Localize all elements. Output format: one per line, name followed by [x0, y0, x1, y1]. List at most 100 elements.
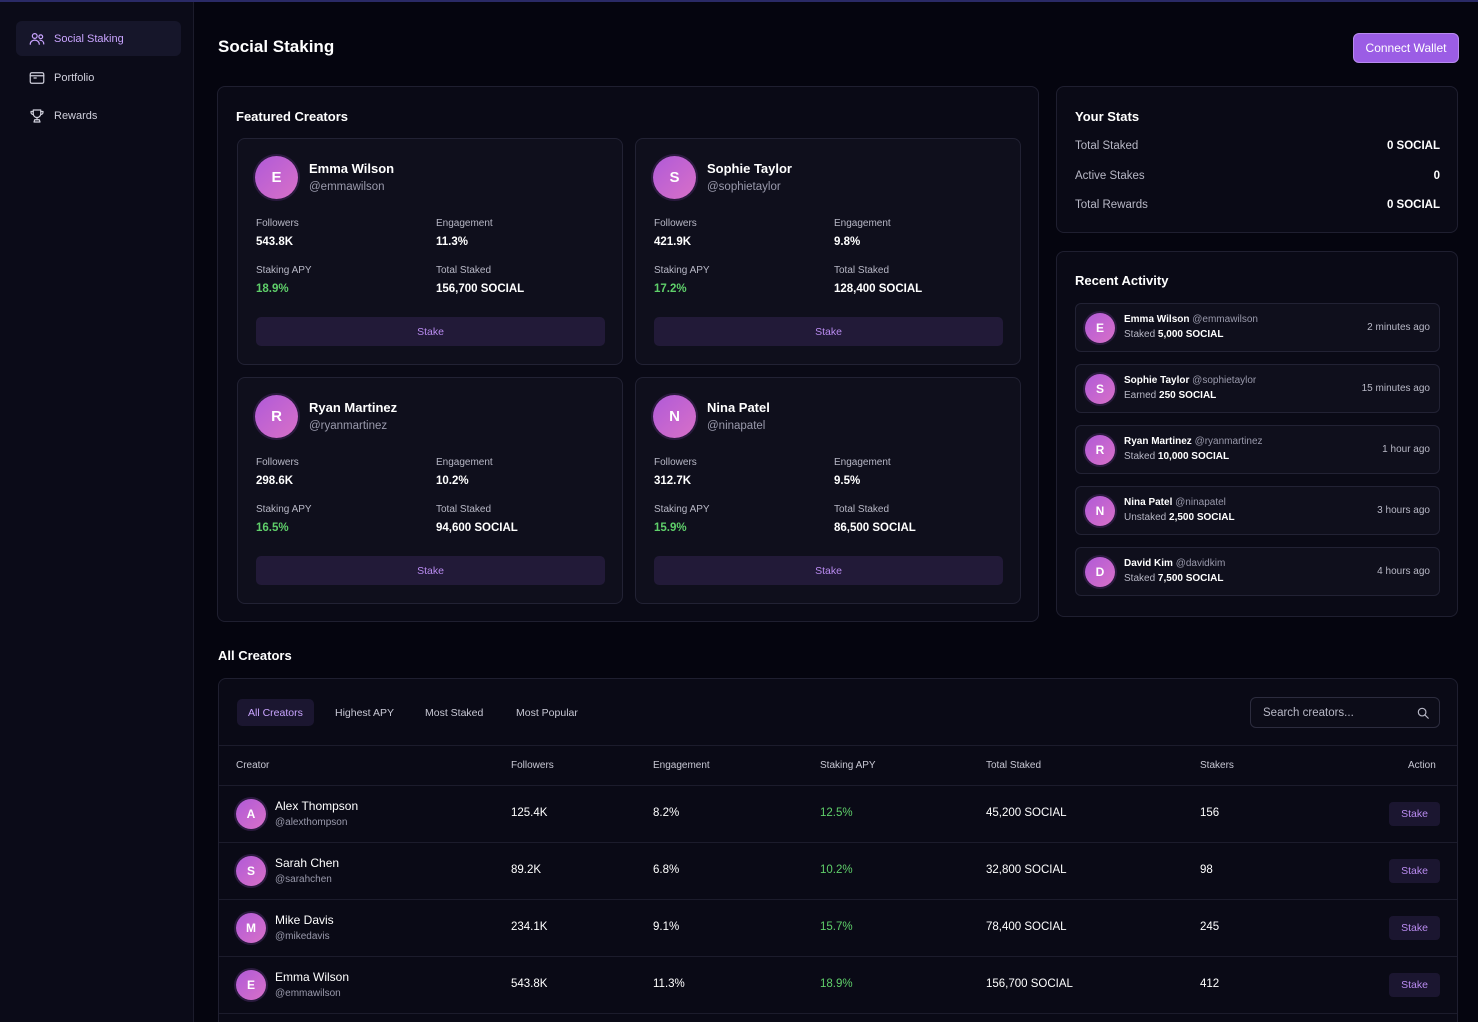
search-box: [1250, 697, 1440, 728]
total-staked-label: Total Staked: [436, 265, 492, 276]
creator-name: Alex Thompson: [275, 799, 359, 813]
stats-row-total-rewards: Total Rewards 0 SOCIAL: [1075, 199, 1440, 215]
avatar: E: [255, 156, 298, 199]
creator-handle: @sophietaylor: [707, 181, 781, 193]
stake-button[interactable]: Stake: [256, 317, 605, 346]
avatar: S: [1085, 374, 1115, 404]
activity-name: Emma Wilson: [1124, 314, 1190, 325]
activity-name: Nina Patel: [1124, 497, 1173, 508]
total-staked-label: Total Staked: [834, 265, 890, 276]
column-header: Stakers: [1200, 760, 1234, 771]
apy-cell: 12.5%: [820, 807, 853, 819]
total-staked-cell: 78,400 SOCIAL: [986, 921, 1067, 933]
engagement-label: Engagement: [834, 457, 891, 468]
activity-item: D David Kim @davidkim Staked 7,500 SOCIA…: [1075, 547, 1440, 596]
top-accent-line: [0, 0, 1478, 2]
all-creators-title: All Creators: [218, 648, 292, 663]
total-staked-label: Total Staked: [436, 504, 492, 515]
stake-button[interactable]: Stake: [1389, 859, 1440, 883]
stake-button[interactable]: Stake: [1389, 973, 1440, 997]
creator-card: S Sophie Taylor @sophietaylor Followers …: [635, 138, 1021, 365]
followers-cell: 543.8K: [511, 978, 548, 990]
stake-button[interactable]: Stake: [654, 556, 1003, 585]
stats-label: Total Rewards: [1075, 199, 1148, 211]
creator-card: R Ryan Martinez @ryanmartinez Followers …: [237, 377, 623, 604]
sidebar-item-portfolio[interactable]: Portfolio: [16, 60, 181, 95]
stats-value: 0 SOCIAL: [1386, 199, 1440, 211]
activity-handle: @davidkim: [1175, 558, 1226, 569]
stake-button[interactable]: Stake: [654, 317, 1003, 346]
search-icon[interactable]: [1416, 706, 1430, 720]
followers-value: 543.8K: [256, 236, 294, 248]
creator-name: Nina Patel: [707, 400, 770, 415]
column-header: Total Staked: [986, 760, 1042, 771]
creator-handle: @emmawilson: [275, 988, 341, 999]
creator-handle: @ninapatel: [707, 420, 766, 432]
apy-cell: 15.7%: [820, 921, 853, 933]
apy-value: 17.2%: [654, 283, 687, 295]
stats-value: 0: [1433, 170, 1440, 182]
featured-creators-panel: Featured Creators E Emma Wilson @emmawil…: [217, 86, 1039, 622]
sidebar-item-social-staking[interactable]: Social Staking: [16, 21, 181, 56]
stake-button[interactable]: Stake: [256, 556, 605, 585]
stats-value: 0 SOCIAL: [1386, 140, 1440, 152]
engagement-label: Engagement: [436, 457, 493, 468]
divider: [219, 1013, 1457, 1014]
creator-handle: @mikedavis: [275, 931, 330, 942]
engagement-label: Engagement: [436, 218, 493, 229]
avatar: R: [255, 395, 298, 438]
avatar: D: [1085, 557, 1115, 587]
activity-amount: 250 SOCIAL: [1159, 390, 1217, 401]
apy-label: Staking APY: [256, 504, 312, 515]
engagement-label: Engagement: [834, 218, 891, 229]
sidebar: Social Staking Portfolio Rewards: [0, 2, 194, 1022]
activity-item: E Emma Wilson @emmawilson Staked 5,000 S…: [1075, 303, 1440, 352]
apy-label: Staking APY: [654, 504, 710, 515]
avatar: R: [1085, 435, 1115, 465]
total-staked-label: Total Staked: [834, 504, 890, 515]
stake-button[interactable]: Stake: [1389, 802, 1440, 826]
activity-action: Staked: [1124, 329, 1156, 340]
apy-value: 16.5%: [256, 522, 289, 534]
avatar: M: [236, 913, 266, 943]
stake-button[interactable]: Stake: [1389, 916, 1440, 940]
apy-value: 18.9%: [256, 283, 289, 295]
tab-most-popular[interactable]: Most Popular: [505, 699, 589, 726]
sidebar-item-label: Portfolio: [54, 71, 95, 84]
stats-row-active-stakes: Active Stakes 0: [1075, 170, 1440, 186]
engagement-value: 11.3%: [436, 236, 468, 248]
activity-handle: @ninapatel: [1175, 497, 1226, 508]
creator-card: E Emma Wilson @emmawilson Followers 543.…: [237, 138, 623, 365]
avatar: N: [1085, 496, 1115, 526]
activity-name: Sophie Taylor: [1124, 375, 1190, 386]
followers-label: Followers: [256, 218, 299, 229]
page-title: Social Staking: [218, 37, 335, 56]
sidebar-item-rewards[interactable]: Rewards: [16, 98, 181, 133]
total-staked-value: 94,600 SOCIAL: [436, 522, 518, 534]
search-input[interactable]: [1263, 705, 1413, 721]
activity-action: Earned: [1124, 390, 1157, 401]
apy-value: 15.9%: [654, 522, 687, 534]
tab-highest-apy[interactable]: Highest APY: [324, 699, 405, 726]
recent-activity-title: Recent Activity: [1075, 273, 1169, 288]
activity-time: 1 hour ago: [1382, 444, 1430, 455]
activity-amount: 10,000 SOCIAL: [1157, 451, 1230, 462]
column-header: Action: [1408, 760, 1436, 771]
activity-item: R Ryan Martinez @ryanmartinez Staked 10,…: [1075, 425, 1440, 474]
apy-label: Staking APY: [654, 265, 710, 276]
connect-wallet-button[interactable]: Connect Wallet: [1353, 33, 1459, 63]
stakers-cell: 156: [1200, 807, 1220, 819]
total-staked-value: 86,500 SOCIAL: [834, 522, 916, 534]
avatar: A: [236, 799, 266, 829]
sidebar-item-label: Social Staking: [54, 32, 124, 45]
engagement-value: 10.2%: [436, 475, 469, 487]
sidebar-item-label: Rewards: [54, 109, 98, 122]
tab-all-creators[interactable]: All Creators: [237, 699, 314, 726]
total-staked-value: 128,400 SOCIAL: [834, 283, 923, 295]
creator-name: Mike Davis: [275, 913, 334, 927]
activity-item: S Sophie Taylor @sophietaylor Earned 250…: [1075, 364, 1440, 413]
table-row: M Mike Davis @mikedavis 234.1K 9.1% 15.7…: [219, 900, 1457, 957]
column-header: Followers: [511, 760, 554, 771]
stakers-cell: 412: [1200, 978, 1220, 990]
tab-most-staked[interactable]: Most Staked: [414, 699, 494, 726]
